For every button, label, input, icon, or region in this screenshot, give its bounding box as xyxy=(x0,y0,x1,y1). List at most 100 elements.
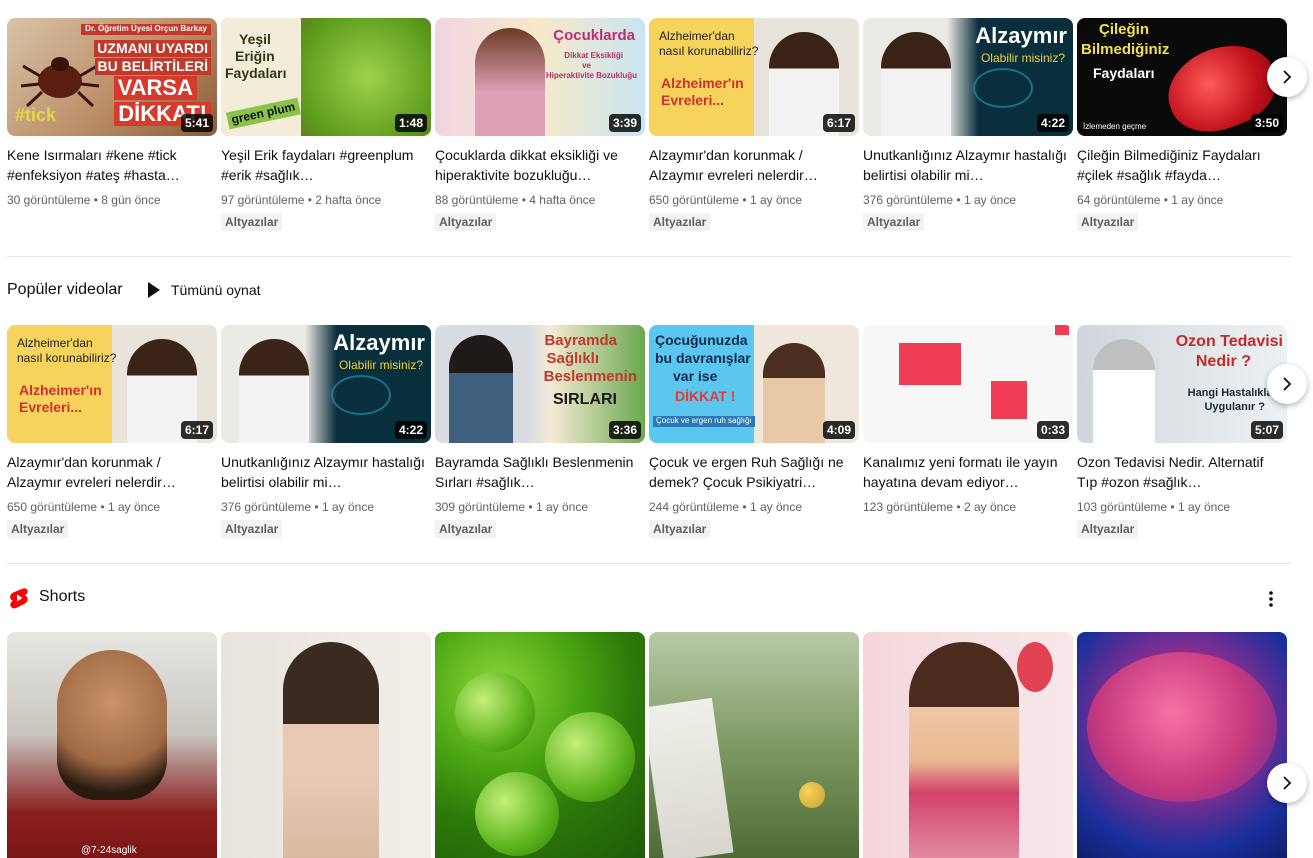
video-thumbnail[interactable]: Çocuklarda Dikkat Eksikliği ve Hiperakti… xyxy=(435,18,645,136)
section-divider xyxy=(7,563,1291,564)
thumb-text: SIRLARI xyxy=(553,391,617,408)
video-meta: 650 görüntüleme • 1 ay önce xyxy=(649,193,802,207)
view-count: 123 görüntüleme xyxy=(863,500,954,514)
thumb-text: Alzheimer'ın xyxy=(661,75,744,91)
video-thumbnail[interactable]: Alzaymır Olabilir misiniz? 4:22 xyxy=(221,325,431,443)
video-meta: 376 görüntüleme • 1 ay önce xyxy=(863,193,1016,207)
scroll-next-button[interactable] xyxy=(1267,57,1307,97)
duration-badge: 1:48 xyxy=(394,114,427,132)
upload-age: 1 ay önce xyxy=(321,500,374,514)
view-count: 88 görüntüleme xyxy=(435,193,519,207)
video-meta: 244 görüntüleme • 1 ay önce xyxy=(649,500,802,514)
video-card[interactable]: Çocuğunuzda bu davranışlar var ise DİKKA… xyxy=(649,325,859,538)
thumb-text: Hiperaktivite Bozukluğu xyxy=(545,71,637,80)
video-card[interactable]: Çileğin Bilmediğiniz Faydaları İzlemeden… xyxy=(1077,18,1287,231)
more-options-button[interactable] xyxy=(1258,586,1284,612)
video-title[interactable]: Kene Isırmaları #kene #tick #enfeksiyon … xyxy=(7,145,217,185)
video-thumbnail[interactable]: Yeşil Eriğin Faydaları green plum 1:48 xyxy=(221,18,431,136)
video-thumbnail[interactable]: Alzheimer'dan nasıl korunabiliriz? Alzhe… xyxy=(7,325,217,443)
play-all-button[interactable]: Tümünü oynat xyxy=(147,281,261,299)
video-title[interactable]: Bayramda Sağlıklı Beslenmenin Sırları #s… xyxy=(435,452,645,492)
play-all-label: Tümünü oynat xyxy=(171,282,261,298)
scroll-next-button[interactable] xyxy=(1267,763,1307,803)
thumb-text: Bilmediğiniz xyxy=(1081,41,1170,58)
video-meta: 97 görüntüleme • 2 hafta önce xyxy=(221,193,382,207)
short-card[interactable] xyxy=(649,632,859,858)
thumb-text: Eriğin xyxy=(235,48,275,64)
video-thumbnail[interactable]: Alzheimer'dan nasıl korunabiliriz? Alzhe… xyxy=(649,18,859,136)
upload-age: 1 ay önce xyxy=(107,500,160,514)
video-meta: 376 görüntüleme • 1 ay önce xyxy=(221,500,374,514)
thumb-text: Alzheimer'dan xyxy=(17,336,93,350)
thumb-text: bu davranışlar xyxy=(655,350,751,366)
video-thumbnail[interactable]: Dr. Öğretim Üyesi Orçun Barkay UZMANI UY… xyxy=(7,18,217,136)
video-title[interactable]: Ozon Tedavisi Nedir. Alternatif Tıp #ozo… xyxy=(1077,452,1287,492)
thumb-text: Alzheimer'ın xyxy=(19,382,102,398)
short-card[interactable] xyxy=(863,632,1073,858)
view-count: 376 görüntüleme xyxy=(863,193,954,207)
short-watermark: @7-24saglik xyxy=(81,845,137,856)
thumb-text: Olabilir misiniz? xyxy=(338,358,423,372)
thumb-text: UZMANI UYARDI xyxy=(94,40,211,58)
video-title[interactable]: Alzaymır'dan korunmak / Alzaymır evreler… xyxy=(649,145,859,185)
duration-badge: 4:09 xyxy=(822,421,855,439)
video-thumbnail[interactable]: Alzaymır Olabilir misiniz? 4:22 xyxy=(863,18,1073,136)
view-count: 376 görüntüleme xyxy=(221,500,312,514)
video-title[interactable]: Çocuk ve ergen Ruh Sağlığı ne demek? Çoc… xyxy=(649,452,859,492)
short-card[interactable]: @7-24saglik xyxy=(7,632,217,858)
short-card[interactable] xyxy=(1077,632,1287,858)
short-card[interactable] xyxy=(221,632,431,858)
chevron-right-icon xyxy=(1283,70,1292,84)
video-thumbnail[interactable]: 0:33 xyxy=(863,325,1073,443)
video-title[interactable]: Unutkanlığınız Alzaymır hastalığı belirt… xyxy=(863,145,1073,185)
video-title[interactable]: Unutkanlığınız Alzaymır hastalığı belirt… xyxy=(221,452,431,492)
video-thumbnail[interactable]: Bayramda Sağlıklı Beslenmenin SIRLARI 3:… xyxy=(435,325,645,443)
video-title[interactable]: Çileğin Bilmediğiniz Faydaları #çilek #s… xyxy=(1077,145,1287,185)
video-row-popular: Alzheimer'dan nasıl korunabiliriz? Alzhe… xyxy=(7,325,1291,538)
video-title[interactable]: Yeşil Erik faydaları #greenplum #erik #s… xyxy=(221,145,431,185)
thumb-text: ve xyxy=(582,61,591,70)
thumb-text: VARSA xyxy=(113,75,197,101)
upload-age: 1 ay önce xyxy=(1171,193,1224,207)
video-title[interactable]: Çocuklarda dikkat eksikliği ve hiperakti… xyxy=(435,145,645,185)
video-card[interactable]: Alzheimer'dan nasıl korunabiliriz? Alzhe… xyxy=(649,18,859,231)
video-card[interactable]: Alzaymır Olabilir misiniz? 4:22 Unutkanl… xyxy=(863,18,1073,231)
video-thumbnail[interactable]: Ozon Tedavisi Nedir ? Hangi Hastalıklara… xyxy=(1077,325,1287,443)
video-title[interactable]: Alzaymır'dan korunmak / Alzaymır evreler… xyxy=(7,452,217,492)
video-thumbnail[interactable]: Çocuğunuzda bu davranışlar var ise DİKKA… xyxy=(649,325,859,443)
short-card[interactable] xyxy=(435,632,645,858)
captions-badge: Altyazılar xyxy=(863,213,925,231)
view-count: 244 görüntüleme xyxy=(649,500,740,514)
video-card[interactable]: Ozon Tedavisi Nedir ? Hangi Hastalıklara… xyxy=(1077,325,1287,538)
video-thumbnail[interactable]: Çileğin Bilmediğiniz Faydaları İzlemeden… xyxy=(1077,18,1287,136)
upload-age: 1 ay önce xyxy=(749,500,802,514)
video-meta: 64 görüntüleme • 1 ay önce xyxy=(1077,193,1224,207)
thumb-text: Çileğin xyxy=(1099,21,1150,38)
thumb-text: BU BELİRTİLERİ xyxy=(94,58,211,76)
video-card[interactable]: Bayramda Sağlıklı Beslenmenin SIRLARI 3:… xyxy=(435,325,645,538)
video-card[interactable]: 0:33 Kanalımız yeni formatı ile yayın ha… xyxy=(863,325,1073,514)
video-card[interactable]: Çocuklarda Dikkat Eksikliği ve Hiperakti… xyxy=(435,18,645,231)
thumb-tag: Çocuk ve ergen ruh sağlığı xyxy=(653,416,755,427)
scroll-next-button[interactable] xyxy=(1267,364,1307,404)
video-card[interactable]: Alzheimer'dan nasıl korunabiliriz? Alzhe… xyxy=(7,325,217,538)
thumb-text: Alzaymır xyxy=(975,23,1067,48)
thumb-text: Olabilir misiniz? xyxy=(980,51,1065,65)
duration-badge: 3:36 xyxy=(608,421,641,439)
captions-badge: Altyazılar xyxy=(221,520,283,538)
chevron-right-icon xyxy=(1283,377,1292,391)
thumb-text: Ozon Tedavisi xyxy=(1175,333,1283,350)
video-card[interactable]: Alzaymır Olabilir misiniz? 4:22 Unutkanl… xyxy=(221,325,431,538)
thumb-text: Dikkat Eksikliği xyxy=(564,51,623,60)
video-card[interactable]: Dr. Öğretim Üyesi Orçun Barkay UZMANI UY… xyxy=(7,18,217,207)
thumb-text: var ise xyxy=(673,368,718,384)
thumb-text: nasıl korunabiliriz? xyxy=(17,351,117,365)
view-count: 97 görüntüleme xyxy=(221,193,305,207)
thumb-text: Çocuğunuzda xyxy=(655,332,748,348)
upload-age: 1 ay önce xyxy=(963,193,1016,207)
captions-badge: Altyazılar xyxy=(7,520,69,538)
video-title[interactable]: Kanalımız yeni formatı ile yayın hayatın… xyxy=(863,452,1073,492)
video-card[interactable]: Yeşil Eriğin Faydaları green plum 1:48 Y… xyxy=(221,18,431,231)
duration-badge: 4:22 xyxy=(1036,114,1069,132)
view-count: 103 görüntüleme xyxy=(1077,500,1168,514)
